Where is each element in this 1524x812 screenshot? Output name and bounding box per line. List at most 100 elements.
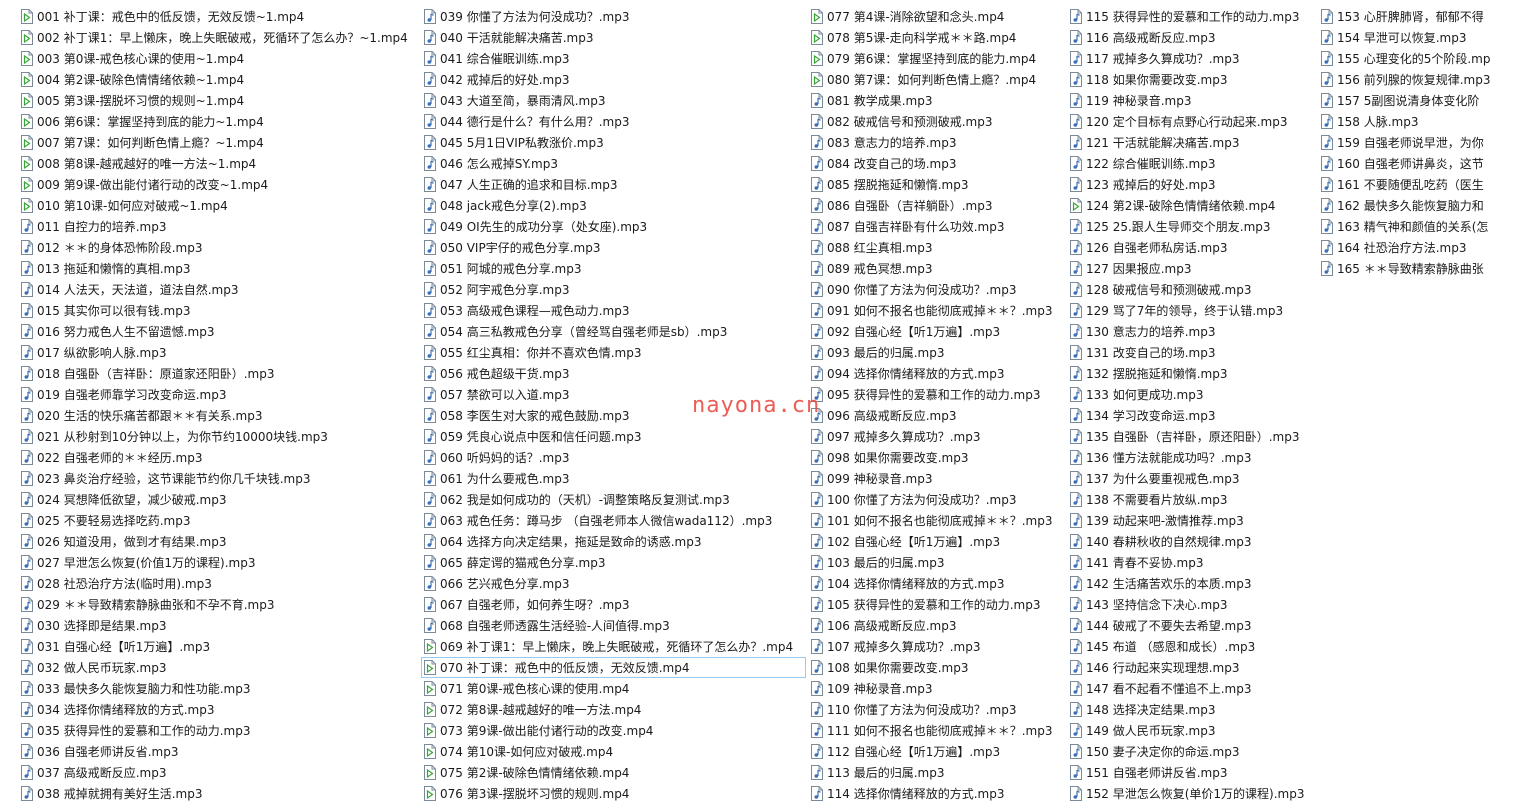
file-item[interactable]: 165 ＊＊导致精索静脉曲张 [1318,258,1518,279]
file-item[interactable]: 102 自强心经【听1万遍】.mp3 [808,531,1063,552]
file-item[interactable]: 003 第0课-戒色核心课的使用~1.mp4 [18,48,418,69]
file-item[interactable]: 027 早泄怎么恢复(价值1万的课程).mp3 [18,552,418,573]
file-item[interactable]: 098 如果你需要改变.mp3 [808,447,1063,468]
file-item[interactable]: 158 人脉.mp3 [1318,111,1518,132]
file-item[interactable]: 059 凭良心说点中医和信任问题.mp3 [421,426,806,447]
file-item[interactable]: 086 自强卧（吉祥躺卧）.mp3 [808,195,1063,216]
file-item[interactable]: 012 ＊＊的身体恐怖阶段.mp3 [18,237,418,258]
file-item[interactable]: 104 选择你情绪释放的方式.mp3 [808,573,1063,594]
file-item[interactable]: 073 第9课-做出能付诸行动的改变.mp4 [421,720,806,741]
file-item[interactable]: 118 如果你需要改变.mp3 [1067,69,1317,90]
file-item[interactable]: 152 早泄怎么恢复(单价1万的课程).mp3 [1067,783,1317,804]
file-item[interactable]: 142 生活痛苦欢乐的本质.mp3 [1067,573,1317,594]
file-item[interactable]: 110 你懂了方法为何没成功？.mp3 [808,699,1063,720]
file-item[interactable]: 045 5月1日VIP私教涨价.mp3 [421,132,806,153]
file-item[interactable]: 128 破戒信号和预测破戒.mp3 [1067,279,1317,300]
file-item[interactable]: 094 选择你情绪释放的方式.mp3 [808,363,1063,384]
file-item[interactable]: 076 第3课-摆脱坏习惯的规则.mp4 [421,783,806,804]
file-item[interactable]: 091 如何不报名也能彻底戒掉＊＊？.mp3 [808,300,1063,321]
file-item[interactable]: 049 OI先生的成功分享（处女座).mp3 [421,216,806,237]
file-item[interactable]: 068 自强老师透露生活经验-人间值得.mp3 [421,615,806,636]
file-item[interactable]: 036 自强老师讲反省.mp3 [18,741,418,762]
file-item[interactable]: 034 选择你情绪释放的方式.mp3 [18,699,418,720]
file-item[interactable]: 006 第6课：掌握坚持到底的能力~1.mp4 [18,111,418,132]
file-item[interactable]: 025 不要轻易选择吃药.mp3 [18,510,418,531]
file-item[interactable]: 019 自强老师靠学习改变命运.mp3 [18,384,418,405]
file-item[interactable]: 037 高级戒断反应.mp3 [18,762,418,783]
file-item[interactable]: 077 第4课-消除欲望和念头.mp4 [808,6,1063,27]
file-item[interactable]: 120 定个目标有点野心行动起来.mp3 [1067,111,1317,132]
file-item[interactable]: 115 获得异性的爱慕和工作的动力.mp3 [1067,6,1317,27]
file-item[interactable]: 113 最后的归属.mp3 [808,762,1063,783]
file-item[interactable]: 159 自强老师说早泄，为你 [1318,132,1518,153]
file-item[interactable]: 132 摆脱拖延和懒惰.mp3 [1067,363,1317,384]
file-item[interactable]: 107 戒掉多久算成功？.mp3 [808,636,1063,657]
file-item[interactable]: 035 获得异性的爱慕和工作的动力.mp3 [18,720,418,741]
file-item[interactable]: 004 第2课-破除色情情绪依赖~1.mp4 [18,69,418,90]
file-item[interactable]: 043 大道至简，暴雨清风.mp3 [421,90,806,111]
file-item[interactable]: 151 自强老师讲反省.mp3 [1067,762,1317,783]
file-item[interactable]: 134 学习改变命运.mp3 [1067,405,1317,426]
file-item[interactable]: 016 努力戒色人生不留遗憾.mp3 [18,321,418,342]
file-item[interactable]: 141 青春不妥协.mp3 [1067,552,1317,573]
file-item[interactable]: 146 行动起来实现理想.mp3 [1067,657,1317,678]
file-item[interactable]: 090 你懂了方法为何没成功？.mp3 [808,279,1063,300]
file-item[interactable]: 117 戒掉多久算成功？.mp3 [1067,48,1317,69]
file-item[interactable]: 026 知道没用，做到才有结果.mp3 [18,531,418,552]
file-item[interactable]: 062 我是如何成功的（天机）-调整策略反复测试.mp3 [421,489,806,510]
file-item[interactable]: 112 自强心经【听1万遍】.mp3 [808,741,1063,762]
file-item[interactable]: 144 破戒了不要失去希望.mp3 [1067,615,1317,636]
file-item[interactable]: 009 第9课-做出能付诸行动的改变~1.mp4 [18,174,418,195]
file-item[interactable]: 156 前列腺的恢复规律.mp3 [1318,69,1518,90]
file-item[interactable]: 067 自强老师，如何养生呀？.mp3 [421,594,806,615]
file-item[interactable]: 129 骂了7年的领导，终于认错.mp3 [1067,300,1317,321]
file-item[interactable]: 108 如果你需要改变.mp3 [808,657,1063,678]
file-item[interactable]: 133 如何更成功.mp3 [1067,384,1317,405]
file-item[interactable]: 075 第2课-破除色情情绪依赖.mp4 [421,762,806,783]
file-item[interactable]: 001 补丁课：戒色中的低反馈，无效反馈~1.mp4 [18,6,418,27]
file-item[interactable]: 023 鼻炎治疗经验，这节课能节约你几千块钱.mp3 [18,468,418,489]
file-item[interactable]: 092 自强心经【听1万遍】.mp3 [808,321,1063,342]
file-item[interactable]: 136 懂方法就能成功吗？.mp3 [1067,447,1317,468]
file-item[interactable]: 140 春耕秋收的自然规律.mp3 [1067,531,1317,552]
file-item[interactable]: 148 选择决定结果.mp3 [1067,699,1317,720]
file-item[interactable]: 154 早泄可以恢复.mp3 [1318,27,1518,48]
file-item[interactable]: 048 jack戒色分享(2).mp3 [421,195,806,216]
file-item[interactable]: 160 自强老师讲鼻炎，这节 [1318,153,1518,174]
vertical-scrollbar[interactable] [1514,0,1524,812]
file-item[interactable]: 030 选择即是结果.mp3 [18,615,418,636]
file-item[interactable]: 078 第5课-走向科学戒＊＊路.mp4 [808,27,1063,48]
file-item[interactable]: 106 高级戒断反应.mp3 [808,615,1063,636]
file-item[interactable]: 020 生活的快乐痛苦都跟＊＊有关系.mp3 [18,405,418,426]
file-item[interactable]: 149 做人民币玩家.mp3 [1067,720,1317,741]
file-item[interactable]: 046 怎么戒掉SY.mp3 [421,153,806,174]
file-item[interactable]: 122 综合催眠训练.mp3 [1067,153,1317,174]
file-item[interactable]: 081 教学成果.mp3 [808,90,1063,111]
file-item[interactable]: 085 摆脱拖延和懒惰.mp3 [808,174,1063,195]
file-item[interactable]: 007 第7课：如何判断色情上瘾？~1.mp4 [18,132,418,153]
file-item[interactable]: 018 自强卧（吉祥卧：原道家还阳卧）.mp3 [18,363,418,384]
file-item[interactable]: 054 高三私教戒色分享（曾经骂自强老师是sb）.mp3 [421,321,806,342]
file-item[interactable]: 060 听妈妈的话？.mp3 [421,447,806,468]
file-item[interactable]: 047 人生正确的追求和目标.mp3 [421,174,806,195]
file-item[interactable]: 014 人法天，天法道，道法自然.mp3 [18,279,418,300]
file-item[interactable]: 064 选择方向决定结果，拖延是致命的诱惑.mp3 [421,531,806,552]
file-item[interactable]: 123 戒掉后的好处.mp3 [1067,174,1317,195]
file-item[interactable]: 121 干活就能解决痛苦.mp3 [1067,132,1317,153]
file-item[interactable]: 028 社恐治疗方法(临时用).mp3 [18,573,418,594]
file-item[interactable]: 093 最后的归属.mp3 [808,342,1063,363]
file-item[interactable]: 114 选择你情绪释放的方式.mp3 [808,783,1063,804]
file-item[interactable]: 135 自强卧（吉祥卧，原还阳卧）.mp3 [1067,426,1317,447]
file-item[interactable]: 138 不需要看片放纵.mp3 [1067,489,1317,510]
file-item[interactable]: 088 红尘真相.mp3 [808,237,1063,258]
file-item[interactable]: 143 坚持信念下决心.mp3 [1067,594,1317,615]
file-item[interactable]: 087 自强吉祥卧有什么功效.mp3 [808,216,1063,237]
file-item[interactable]: 072 第8课-越戒越好的唯一方法.mp4 [421,699,806,720]
file-item[interactable]: 011 自控力的培养.mp3 [18,216,418,237]
file-item[interactable]: 161 不要随便乱吃药（医生 [1318,174,1518,195]
file-item[interactable]: 127 因果报应.mp3 [1067,258,1317,279]
file-item[interactable]: 063 戒色任务：蹲马步 （自强老师本人微信wada112）.mp3 [421,510,806,531]
file-item[interactable]: 052 阿宇戒色分享.mp3 [421,279,806,300]
file-item[interactable]: 039 你懂了方法为何没成功？.mp3 [421,6,806,27]
file-item[interactable]: 105 获得异性的爱慕和工作的动力.mp3 [808,594,1063,615]
